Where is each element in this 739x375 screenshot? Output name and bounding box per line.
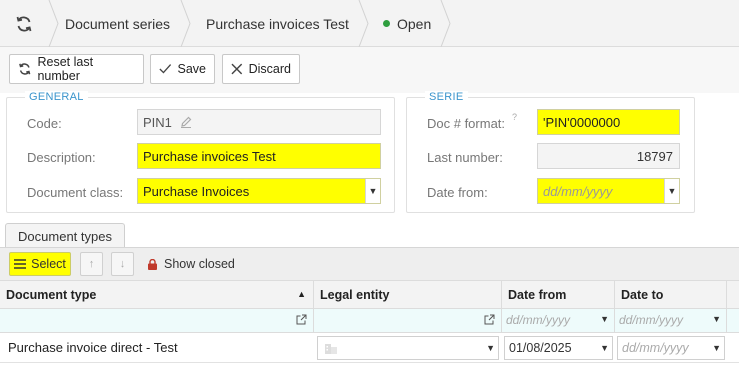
menu-icon [14, 259, 27, 269]
column-header-label: Document type [6, 288, 97, 302]
building-icon [325, 344, 337, 354]
sort-asc-icon[interactable]: ▲ [297, 289, 306, 299]
cell-date-to-placeholder: dd/mm/yyyy [622, 341, 689, 355]
filter-legal-entity[interactable] [314, 309, 502, 332]
code-value: PIN1 [143, 114, 172, 130]
chevron-right-icon [358, 0, 369, 47]
toolbar: Reset last number Save Discard [0, 47, 739, 93]
column-header-date-from[interactable]: Date from [502, 281, 615, 309]
serie-legend: SERIE [425, 91, 468, 103]
cell-document-type: Purchase invoice direct - Test [8, 340, 178, 355]
arrow-down-icon: ↓ [119, 258, 126, 270]
last-number-field: 18797 [537, 143, 680, 169]
column-header-document-type[interactable]: Document type ▲ [0, 281, 314, 309]
show-closed-button[interactable]: Show closed [148, 252, 235, 276]
description-field[interactable]: Purchase invoices Test [137, 143, 381, 169]
document-class-value: Purchase Invoices [143, 183, 250, 199]
breadcrumb-item-document-series[interactable]: Document series [65, 0, 170, 47]
chevron-down-icon[interactable]: ▼ [664, 179, 679, 203]
chevron-down-icon[interactable]: ▼ [712, 343, 721, 353]
date-from-placeholder: dd/mm/yyyy [543, 183, 613, 199]
chevron-down-icon[interactable]: ▼ [712, 314, 721, 324]
move-up-button[interactable]: ↑ [80, 252, 103, 276]
breadcrumb: Document series Purchase invoices Test O… [0, 0, 739, 47]
grid-header: Document type ▲ Legal entity Date from D… [0, 280, 739, 309]
help-icon[interactable]: ? [512, 112, 517, 122]
code-field: PIN1 [137, 109, 381, 135]
filter-date-from[interactable]: dd/mm/yyyy ▼ [502, 309, 615, 332]
table-row[interactable]: Purchase invoice direct - Test ▼ 01/08/2… [0, 333, 739, 363]
column-header-legal-entity[interactable]: Legal entity [314, 281, 502, 309]
discard-button[interactable]: Discard [222, 54, 300, 84]
reset-last-number-button[interactable]: Reset last number [9, 54, 144, 84]
general-legend: GENERAL [25, 91, 88, 103]
breadcrumb-item-current[interactable]: Purchase invoices Test [206, 0, 349, 47]
chevron-right-icon [440, 0, 451, 47]
lock-icon [148, 258, 157, 270]
save-button[interactable]: Save [150, 54, 215, 84]
date-from-label: Date from: [427, 185, 488, 200]
show-closed-label: Show closed [164, 257, 235, 271]
reset-label: Reset last number [37, 55, 94, 83]
chevron-down-icon[interactable]: ▼ [365, 179, 380, 203]
select-label: Select [31, 257, 66, 271]
chevron-down-icon[interactable]: ▼ [486, 343, 495, 353]
filter-document-type[interactable] [0, 309, 314, 332]
external-link-icon[interactable] [484, 314, 495, 325]
filter-date-from-placeholder: dd/mm/yyyy [506, 313, 571, 327]
chevron-right-icon [48, 0, 59, 47]
tab-document-types[interactable]: Document types [5, 223, 125, 248]
cell-date-to-field[interactable]: dd/mm/yyyy ▼ [617, 336, 725, 360]
chevron-right-icon [180, 0, 191, 47]
discard-label: Discard [248, 62, 291, 76]
doc-format-label: Doc # format: [427, 116, 506, 131]
cell-date-from-field[interactable]: 01/08/2025 ▼ [504, 336, 613, 360]
arrow-up-icon: ↑ [88, 258, 95, 270]
chevron-down-icon[interactable]: ▼ [600, 314, 609, 324]
status-badge: Open [383, 0, 431, 47]
filter-date-to-placeholder: dd/mm/yyyy [619, 313, 684, 327]
cell-date-from-value: 01/08/2025 [509, 341, 572, 355]
date-from-field[interactable]: dd/mm/yyyy ▼ [537, 178, 680, 204]
filter-date-to[interactable]: dd/mm/yyyy ▼ [615, 309, 727, 332]
refresh-icon [19, 63, 31, 75]
grid-filter-row: dd/mm/yyyy ▼ dd/mm/yyyy ▼ [0, 309, 739, 333]
last-number-label: Last number: [427, 150, 503, 165]
close-icon [231, 63, 243, 75]
grid-toolbar: Select ↑ ↓ Show closed [0, 247, 739, 280]
save-label: Save [177, 62, 207, 76]
move-down-button[interactable]: ↓ [111, 252, 134, 276]
status-label: Open [397, 15, 432, 32]
external-link-icon[interactable] [296, 314, 307, 325]
document-class-select[interactable]: Purchase Invoices ▼ [137, 178, 381, 204]
description-label: Description: [27, 150, 96, 165]
chevron-down-icon[interactable]: ▼ [600, 343, 609, 353]
refresh-icon[interactable] [0, 0, 48, 47]
column-header-date-to[interactable]: Date to [615, 281, 727, 309]
code-label: Code: [27, 116, 62, 131]
doc-format-field[interactable]: 'PIN'0000000 [537, 109, 680, 135]
status-dot-icon [383, 20, 390, 27]
cell-legal-entity-select[interactable]: ▼ [317, 336, 499, 360]
document-class-label: Document class: [27, 185, 124, 200]
pencil-icon[interactable] [180, 116, 192, 128]
select-button[interactable]: Select [9, 252, 71, 276]
check-icon [159, 64, 172, 74]
